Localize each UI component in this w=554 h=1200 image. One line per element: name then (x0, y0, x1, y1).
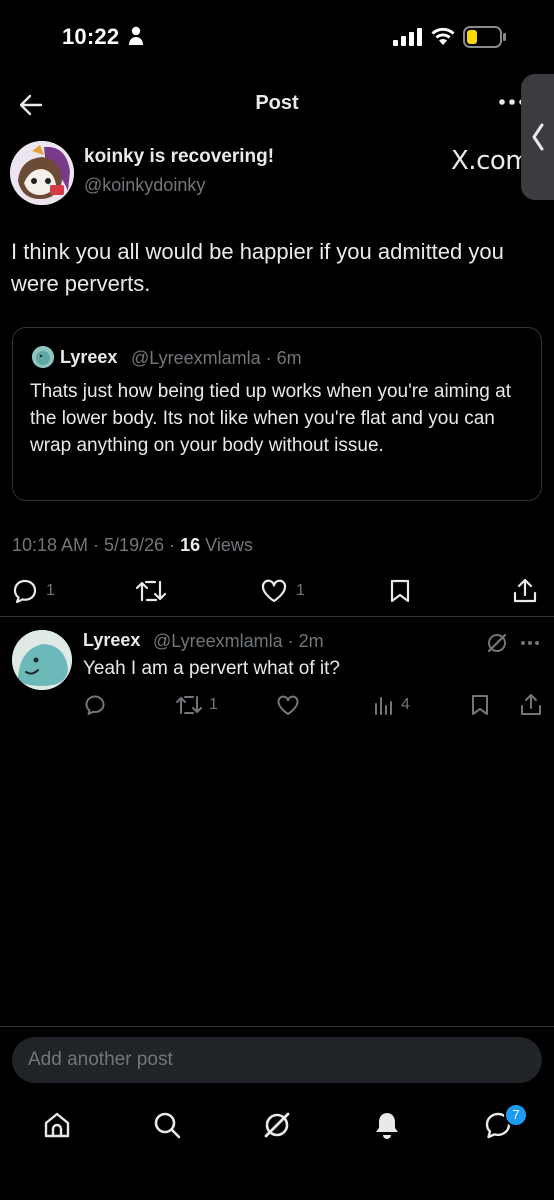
notifications-bell-icon[interactable] (373, 1110, 401, 1140)
views-label: Views (200, 535, 253, 555)
author-avatar[interactable] (10, 141, 74, 205)
composer-divider (0, 1026, 554, 1027)
reply-text: Yeah I am a pervert what of it? (83, 658, 341, 679)
quote-author-avatar (32, 346, 54, 368)
like-count: 1 (296, 582, 305, 599)
reply-reply-button[interactable] (84, 692, 106, 718)
heart-icon (261, 579, 287, 603)
status-time: 10:22 (62, 24, 120, 49)
grok-icon[interactable] (262, 1110, 292, 1140)
like-button[interactable]: 1 (260, 576, 305, 606)
bookmark-icon (390, 579, 410, 603)
reply-bookmark-button[interactable] (470, 692, 490, 718)
bookmark-icon (472, 695, 488, 715)
analytics-icon (375, 697, 392, 715)
reply-views-button[interactable]: 4 (373, 692, 410, 718)
repost-icon (135, 580, 167, 602)
person-icon (129, 26, 143, 45)
reply-author-avatar[interactable] (12, 630, 72, 690)
quote-text: Thats just how being tied up works when … (30, 381, 511, 456)
repost-button[interactable] (135, 576, 167, 606)
site-label: X.com (451, 146, 531, 176)
repost-icon (176, 696, 202, 714)
share-icon (521, 694, 541, 715)
post-timestamp: 10:18 AM · 5/19/26 · (12, 535, 181, 555)
reply-button[interactable]: 1 (12, 576, 55, 606)
battery-icon (463, 26, 506, 48)
share-icon (513, 578, 537, 603)
grok-icon[interactable] (486, 632, 508, 654)
cellular-signal-icon (393, 28, 422, 46)
reply-icon (85, 695, 105, 715)
side-panel-handle[interactable] (521, 74, 554, 200)
reply-repost-count: 1 (209, 696, 218, 713)
wifi-icon (431, 27, 455, 45)
page-title: Post (255, 92, 299, 114)
reply-count: 1 (46, 582, 55, 599)
reply-views-count: 4 (401, 696, 410, 713)
chevron-left-icon (532, 123, 544, 151)
reply-icon (13, 579, 37, 604)
author-handle[interactable]: @koinkydoinky (84, 175, 205, 196)
reply-author-name[interactable]: Lyreex (83, 630, 140, 651)
home-icon[interactable] (42, 1110, 72, 1140)
post-timestamp-views: 10:18 AM · 5/19/26 · 16 Views (12, 535, 253, 556)
divider (0, 616, 554, 617)
post-text: I think you all would be happier if you … (11, 239, 504, 296)
reply-like-button[interactable] (276, 692, 300, 718)
heart-icon (277, 695, 299, 715)
views-count: 16 (180, 535, 201, 555)
quote-author-name: Lyreex (60, 347, 118, 367)
search-icon[interactable] (152, 1110, 182, 1140)
bookmark-button[interactable] (389, 576, 411, 606)
reply-share-button[interactable] (520, 692, 542, 718)
quote-author-meta: @Lyreexmlamla · 6m (131, 348, 302, 368)
author-name[interactable]: koinky is recovering! (84, 146, 274, 168)
reply-author-meta: @Lyreexmlamla · 2m (153, 631, 324, 651)
share-button[interactable] (512, 576, 538, 606)
messages-badge: 7 (504, 1103, 528, 1127)
composer-placeholder[interactable]: Add another post (28, 1049, 173, 1071)
reply-more-icon[interactable] (520, 640, 540, 646)
reply-repost-button[interactable]: 1 (175, 692, 218, 718)
